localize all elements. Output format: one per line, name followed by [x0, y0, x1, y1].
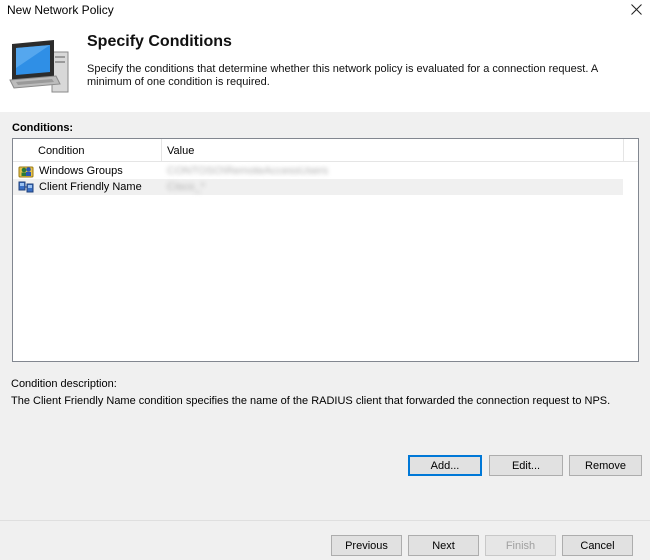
cancel-button[interactable]: Cancel	[562, 535, 633, 556]
wizard-footer: Previous Next Finish Cancel	[0, 520, 650, 560]
list-header: Condition Value	[13, 139, 638, 162]
wizard-header: Specify Conditions Specify the condition…	[0, 22, 650, 112]
close-button[interactable]	[622, 0, 650, 20]
condition-description-label: Condition description:	[11, 378, 117, 390]
previous-button[interactable]: Previous	[331, 535, 402, 556]
column-divider[interactable]	[623, 139, 624, 161]
condition-name: Client Friendly Name	[39, 181, 142, 193]
add-button[interactable]: Add...	[408, 455, 482, 476]
list-item[interactable]: Client Friendly Name Cisco_*	[13, 179, 623, 195]
condition-value: CONTOSO\RemoteAccessUsers	[167, 165, 329, 177]
page-title: Specify Conditions	[87, 33, 232, 50]
client-network-icon	[18, 180, 34, 194]
close-icon	[631, 4, 642, 15]
window-title: New Network Policy	[7, 3, 114, 17]
computer-monitor-icon	[8, 38, 72, 97]
page-description: Specify the conditions that determine wh…	[87, 63, 598, 88]
condition-name: Windows Groups	[39, 165, 123, 177]
main-content: Conditions: Condition Value Windows Grou…	[0, 112, 650, 520]
remove-button[interactable]: Remove	[569, 455, 642, 476]
condition-description-text: The Client Friendly Name condition speci…	[11, 395, 611, 407]
condition-value: Cisco_*	[167, 181, 205, 193]
column-header-value[interactable]: Value	[167, 145, 194, 157]
user-group-icon	[18, 164, 34, 178]
column-divider[interactable]	[161, 139, 162, 161]
finish-button[interactable]: Finish	[485, 535, 556, 556]
title-bar: New Network Policy	[0, 0, 650, 22]
conditions-list[interactable]: Condition Value Windows Groups CONTOSO\R…	[12, 138, 639, 362]
edit-button[interactable]: Edit...	[489, 455, 563, 476]
conditions-label: Conditions:	[12, 122, 74, 134]
next-button[interactable]: Next	[408, 535, 479, 556]
list-item[interactable]: Windows Groups CONTOSO\RemoteAccessUsers	[13, 163, 623, 179]
column-header-condition[interactable]: Condition	[38, 145, 84, 157]
